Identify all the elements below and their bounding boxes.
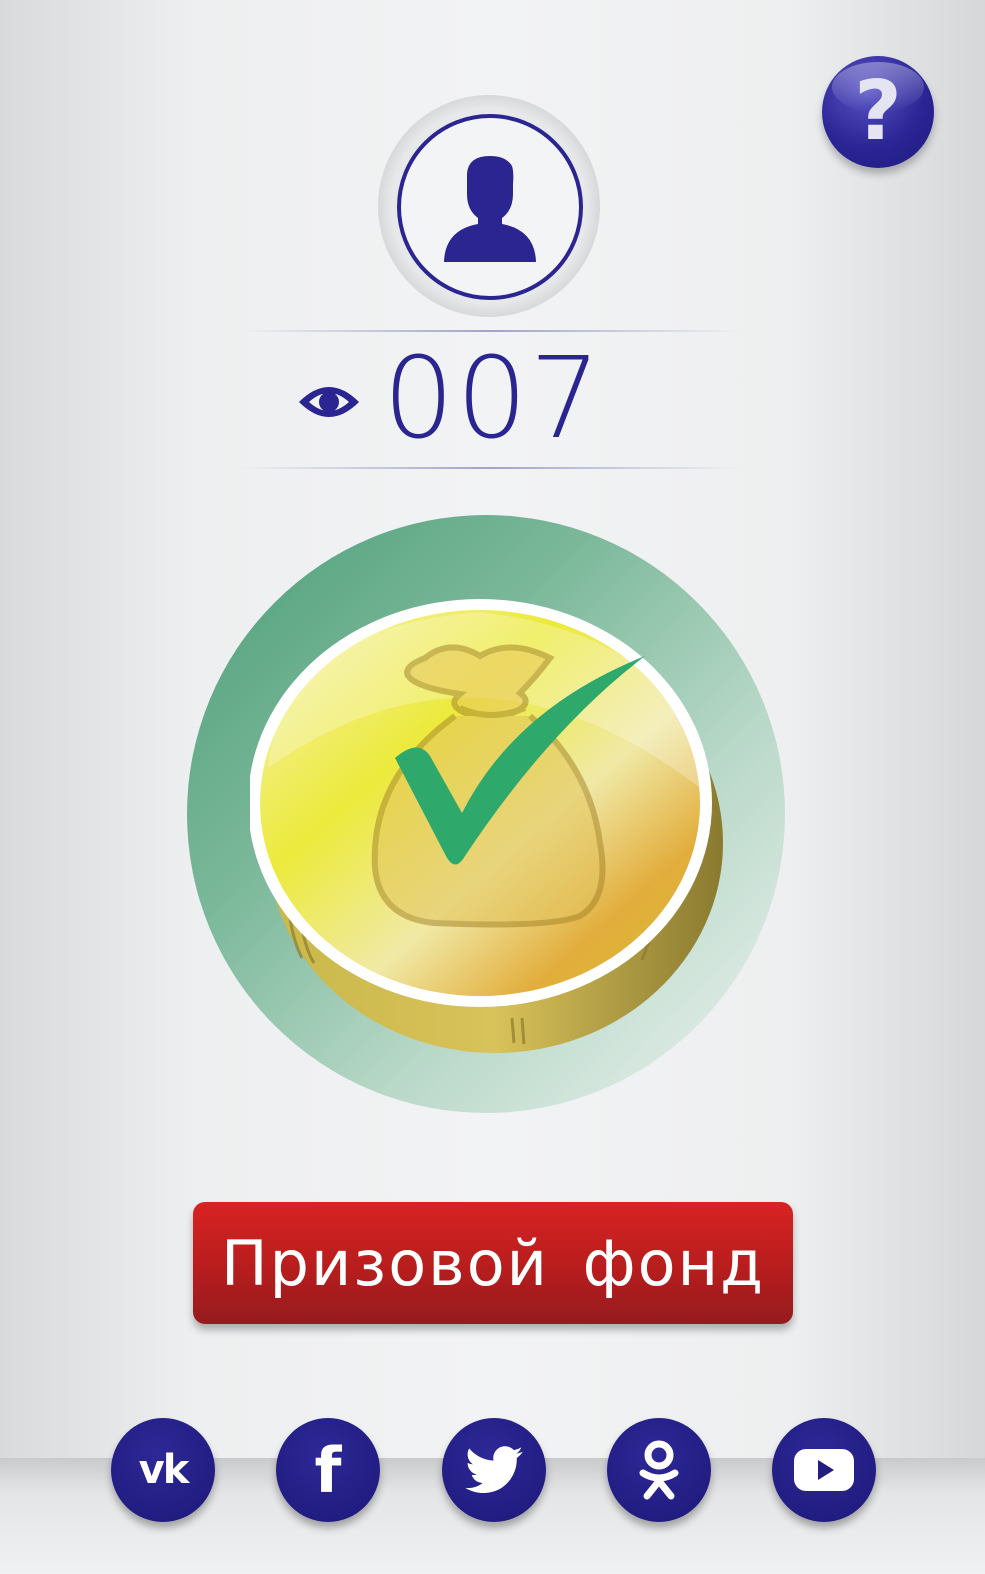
divider-top [240, 330, 740, 332]
question-icon: ? [854, 64, 902, 159]
prize-fund-label: Призовой фонд [221, 1226, 765, 1300]
odnoklassniki-icon [639, 1440, 679, 1500]
vk-icon: vk [138, 1447, 190, 1493]
views-count: 007 [383, 334, 603, 464]
youtube-icon [794, 1449, 854, 1491]
odnoklassniki-button[interactable] [607, 1418, 711, 1522]
youtube-button[interactable] [772, 1418, 876, 1522]
eye-icon [299, 387, 359, 417]
avatar[interactable] [397, 114, 583, 300]
prize-coin[interactable] [250, 598, 730, 1058]
divider-bottom [240, 467, 740, 469]
prize-fund-button[interactable]: Призовой фонд [193, 1202, 793, 1324]
avatar-frame [378, 95, 600, 317]
view-counter: 007 [297, 342, 617, 457]
user-icon [444, 156, 536, 262]
help-button[interactable]: ? [822, 56, 934, 168]
vk-button[interactable]: vk [111, 1418, 215, 1522]
twitter-button[interactable] [442, 1418, 546, 1522]
twitter-icon [465, 1446, 523, 1494]
facebook-button[interactable]: f [276, 1418, 380, 1522]
facebook-icon: f [314, 1433, 342, 1507]
